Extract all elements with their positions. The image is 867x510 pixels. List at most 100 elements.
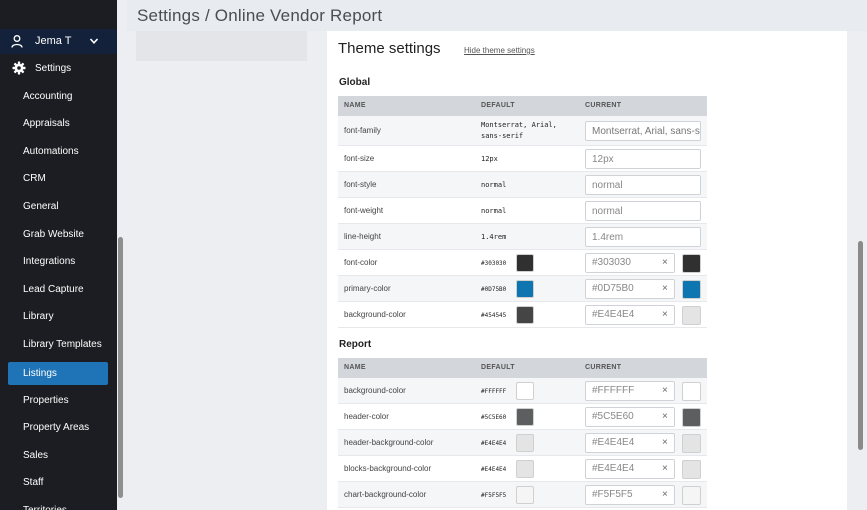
row-default: #E4E4E4 (481, 466, 507, 473)
gear-icon (12, 61, 26, 75)
input-value: #0D75B0 (592, 283, 634, 294)
row-name: primary-color (344, 284, 391, 293)
color-picker-swatch[interactable] (682, 434, 701, 453)
font-color-input[interactable]: #303030 × (585, 253, 675, 273)
row-default: Montserrat, Arial, sans-serif (481, 121, 557, 140)
report-background-color-input[interactable]: #FFFFFF × (585, 381, 675, 401)
page-header: Settings / Online Vendor Report (127, 0, 867, 31)
clear-icon[interactable]: × (662, 408, 668, 426)
row-default: #F5F5F5 (481, 492, 507, 499)
sidebar-item-general[interactable]: General (8, 195, 108, 218)
clear-icon[interactable]: × (662, 434, 668, 452)
primary-color-input[interactable]: #0D75B0 × (585, 279, 675, 299)
report-section-title: Report (339, 339, 372, 350)
column-current: CURRENT (585, 364, 622, 371)
left-panel (136, 31, 307, 61)
table-row: font-color #303030 #303030 × (338, 250, 707, 276)
sidebar-item-grab-website[interactable]: Grab Website (8, 223, 108, 246)
chart-background-color-input[interactable]: #F5F5F5 × (585, 485, 675, 505)
user-name: Jema T (35, 35, 72, 47)
input-value: #E4E4E4 (592, 463, 635, 474)
input-value: #FFFFFF (592, 385, 635, 396)
clear-icon[interactable]: × (662, 306, 668, 324)
sidebar-item-appraisals[interactable]: Appraisals (8, 112, 108, 135)
sidebar-item-library-templates[interactable]: Library Templates (8, 333, 108, 356)
table-row: line-height 1.4rem (338, 224, 707, 250)
row-name: font-weight (344, 206, 384, 215)
settings-label: Settings (35, 63, 72, 74)
row-name: font-color (344, 258, 378, 267)
row-name: blocks-background-color (344, 464, 432, 473)
sidebar-item-library[interactable]: Library (8, 305, 108, 328)
sidebar-item-property-areas[interactable]: Property Areas (8, 416, 108, 439)
sidebar-item-integrations[interactable]: Integrations (8, 250, 108, 273)
input-value: #5C5E60 (592, 411, 634, 422)
color-picker-swatch[interactable] (682, 408, 701, 427)
row-default: #454545 (481, 312, 507, 319)
input-value: #E4E4E4 (592, 309, 635, 320)
clear-icon[interactable]: × (662, 486, 668, 504)
sidebar-item-settings[interactable]: Settings (0, 58, 117, 80)
sidebar-item-automations[interactable]: Automations (8, 140, 108, 163)
background-color-input[interactable]: #E4E4E4 × (585, 305, 675, 325)
sidebar-item-lead-capture[interactable]: Lead Capture (8, 278, 108, 301)
clear-icon[interactable]: × (662, 460, 668, 478)
font-family-input[interactable] (585, 121, 701, 141)
report-table-header: NAME DEFAULT CURRENT (338, 358, 707, 378)
default-color-swatch (516, 434, 534, 452)
table-row: background-color #FFFFFF #FFFFFF × (338, 378, 707, 404)
breadcrumb: Settings / Online Vendor Report (137, 6, 383, 25)
clear-icon[interactable]: × (662, 280, 668, 298)
table-row: font-weight normal (338, 198, 707, 224)
input-value: #303030 (592, 257, 631, 268)
color-picker-swatch[interactable] (682, 460, 701, 479)
default-color-swatch (516, 408, 534, 426)
sidebar-item-staff[interactable]: Staff (8, 471, 108, 494)
hide-theme-settings-link[interactable]: Hide theme settings (464, 46, 535, 55)
color-picker-swatch[interactable] (682, 280, 701, 299)
row-name: background-color (344, 386, 406, 395)
input-value: #E4E4E4 (592, 437, 635, 448)
header-background-color-input[interactable]: #E4E4E4 × (585, 433, 675, 453)
row-name: font-style (344, 180, 377, 189)
color-picker-swatch[interactable] (682, 306, 701, 325)
user-menu[interactable]: Jema T (0, 29, 117, 54)
row-name: chart-background-color (344, 490, 427, 499)
table-row: header-background-color #E4E4E4 #E4E4E4 … (338, 430, 707, 456)
sidebar-item-territories[interactable]: Territories (8, 499, 108, 510)
font-style-input[interactable] (585, 175, 701, 195)
sidebar-item-listings[interactable]: Listings (8, 362, 108, 385)
font-size-input[interactable] (585, 149, 701, 169)
default-color-swatch (516, 306, 534, 324)
theme-settings-title: Theme settings (338, 40, 441, 57)
sidebar: Jema T Settings Accounting Appraisals Au… (0, 0, 117, 510)
main-scrollbar[interactable] (858, 241, 863, 450)
sidebar-scrollbar[interactable] (118, 237, 123, 498)
sidebar-item-crm[interactable]: CRM (8, 167, 108, 190)
row-name: header-color (344, 412, 389, 421)
font-weight-input[interactable] (585, 201, 701, 221)
table-row: blocks-background-color #E4E4E4 #E4E4E4 … (338, 456, 707, 482)
header-color-input[interactable]: #5C5E60 × (585, 407, 675, 427)
sidebar-item-sales[interactable]: Sales (8, 444, 108, 467)
row-default: #5C5E60 (481, 414, 507, 421)
row-default: 1.4rem (481, 233, 507, 241)
default-color-swatch (516, 382, 534, 400)
clear-icon[interactable]: × (662, 382, 668, 400)
sidebar-item-properties[interactable]: Properties (8, 389, 108, 412)
input-value: #F5F5F5 (592, 489, 633, 500)
column-name: NAME (344, 102, 366, 109)
default-color-swatch (516, 254, 534, 272)
line-height-input[interactable] (585, 227, 701, 247)
color-picker-swatch[interactable] (682, 486, 701, 505)
row-name: font-family (344, 126, 381, 135)
blocks-background-color-input[interactable]: #E4E4E4 × (585, 459, 675, 479)
color-picker-swatch[interactable] (682, 254, 701, 273)
row-default: normal (481, 181, 507, 189)
color-picker-swatch[interactable] (682, 382, 701, 401)
clear-icon[interactable]: × (662, 254, 668, 272)
default-color-swatch (516, 280, 534, 298)
sidebar-item-accounting[interactable]: Accounting (8, 85, 108, 108)
chevron-down-icon[interactable] (89, 36, 99, 46)
column-default: DEFAULT (481, 102, 515, 109)
